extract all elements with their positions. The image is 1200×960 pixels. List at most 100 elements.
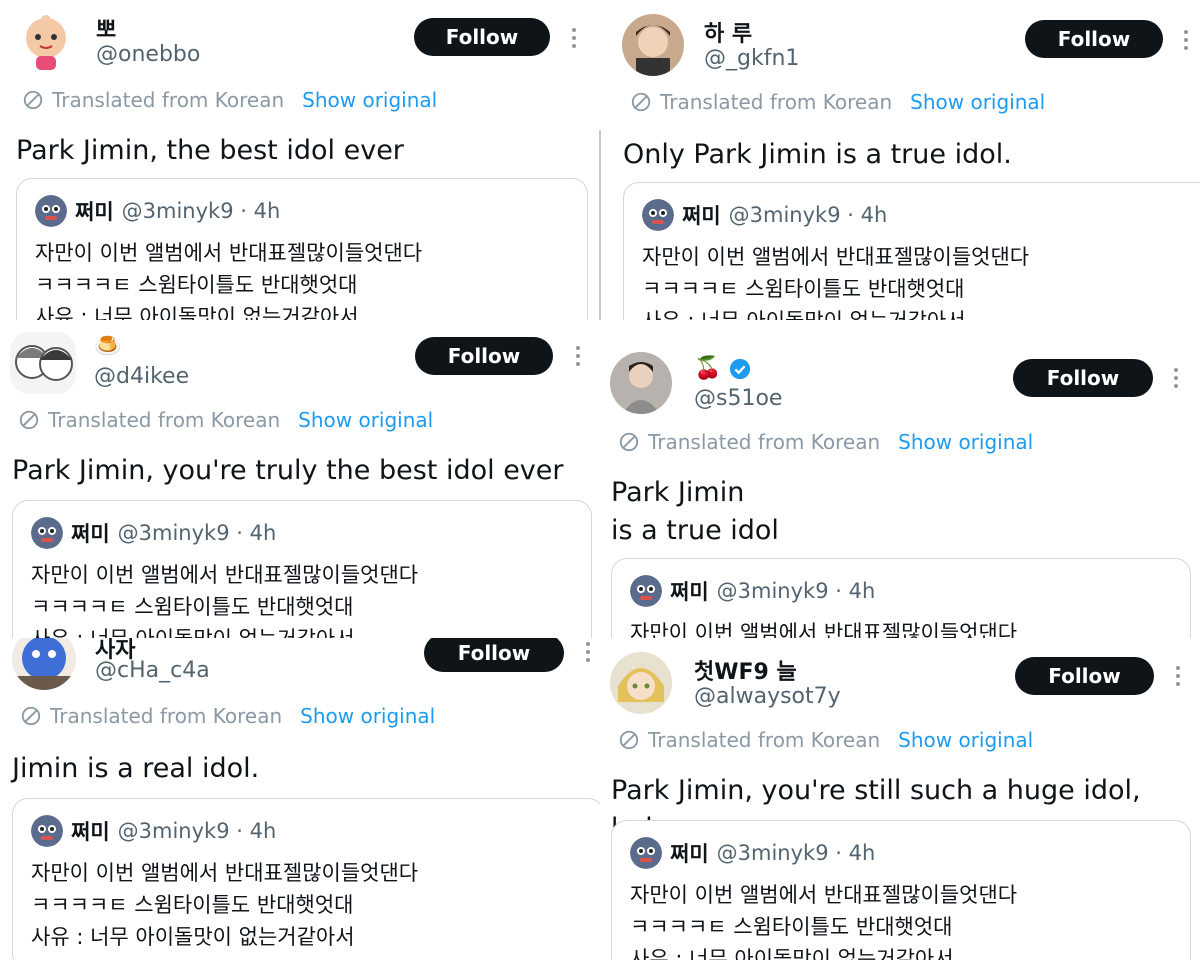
quoted-line: 자만이 이번 앨범에서 반대표젤많이들엇댄다 (31, 563, 419, 587)
quoted-tweet-header: 쩌미 @3minyk9 · 4h (31, 517, 276, 549)
more-options-icon[interactable] (1174, 666, 1182, 690)
follow-button[interactable]: Follow (1025, 20, 1163, 58)
handle[interactable]: @alwaysot7y (694, 684, 841, 709)
show-original-link[interactable]: Show original (910, 90, 1045, 114)
avatar[interactable] (12, 638, 76, 690)
tweet-text: Only Park Jimin is a true idol. (623, 139, 1012, 170)
translated-label: Translated from Korean (648, 430, 881, 454)
show-original-link[interactable]: Show original (298, 408, 433, 432)
quoted-avatar (31, 517, 63, 549)
translation-notice: Translated from Korean Show original (18, 408, 433, 432)
show-original-link[interactable]: Show original (898, 728, 1033, 752)
translate-icon (21, 706, 41, 726)
quoted-line: 사유 : 너무 아이돌맛이 없는거같아서 (31, 925, 355, 949)
quoted-meta: @3minyk9 · 4h (716, 579, 876, 603)
quoted-line: ㅋㅋㅋㅋㅌ 스윔타이틀도 반대햇엇대 (31, 893, 354, 917)
tweet-card-1: 뽀 @onebbo Follow Translated from Korean … (0, 0, 598, 320)
avatar[interactable] (610, 352, 672, 414)
quoted-line: 사유 : 너무 아이돌맛이 없는거같아서 (35, 305, 359, 320)
translate-icon (631, 92, 651, 112)
quoted-line: 사유 : 너무 아이돌맛이 없는거같아서 (642, 305, 966, 320)
quoted-tweet-header: 쩌미 @3minyk9 · 4h (630, 575, 875, 607)
quoted-tweet-header: 쩌미 @3minyk9 · 4h (642, 199, 887, 231)
more-options-icon[interactable] (584, 642, 592, 666)
tweet-card-3: 🍮 @d4ikee Follow Translated from Korean … (0, 320, 600, 638)
quoted-avatar (642, 199, 674, 231)
tweet-card-2: 하 루 @_gkfn1 Follow Translated from Korea… (602, 0, 1200, 320)
quoted-meta: @3minyk9 · 4h (117, 521, 277, 545)
follow-button[interactable]: Follow (1015, 657, 1154, 695)
more-options-icon[interactable] (1172, 368, 1180, 392)
avatar[interactable] (610, 652, 672, 714)
quoted-tweet[interactable]: 쩌미 @3minyk9 · 4h 자만이 이번 앨범에서 반대표젤많이들엇댄다 … (611, 558, 1191, 638)
display-name[interactable]: 🍮 (94, 334, 121, 359)
show-original-link[interactable]: Show original (300, 704, 435, 728)
quoted-tweet[interactable]: 쩌미 @3minyk9 · 4h 자만이 이번 앨범에서 반대표젤많이들엇댄다 … (12, 798, 600, 960)
handle[interactable]: @d4ikee (94, 364, 189, 389)
avatar[interactable] (10, 332, 76, 394)
translate-icon (23, 90, 43, 110)
quoted-line: 자만이 이번 앨범에서 반대표젤많이들엇댄다 (630, 621, 1018, 638)
quoted-name: 쩌미 (75, 200, 114, 224)
display-name[interactable]: 🍒 (694, 356, 751, 381)
quoted-name: 쩌미 (682, 204, 721, 228)
follow-button[interactable]: Follow (1013, 359, 1153, 397)
avatar[interactable] (622, 14, 684, 76)
handle[interactable]: @_gkfn1 (704, 46, 799, 71)
quoted-line: ㅋㅋㅋㅋㅌ 스윔타이틀도 반대햇엇대 (642, 277, 965, 301)
tweet-text: Park Jimin is a true idol (611, 477, 779, 546)
more-options-icon[interactable] (570, 28, 578, 52)
quoted-name: 쩌미 (71, 522, 110, 546)
show-original-link[interactable]: Show original (898, 430, 1033, 454)
quoted-tweet[interactable]: 쩌미 @3minyk9 · 4h 자만이 이번 앨범에서 반대표젤많이들엇댄다 … (16, 178, 588, 320)
translation-notice: Translated from Korean Show original (630, 90, 1045, 114)
follow-button[interactable]: Follow (415, 337, 553, 375)
handle[interactable]: @s51oe (694, 386, 782, 411)
tweet-text: Park Jimin, you're truly the best idol e… (12, 455, 564, 486)
translation-notice: Translated from Korean Show original (20, 704, 435, 728)
translated-label: Translated from Korean (52, 88, 285, 112)
translate-icon (619, 730, 639, 750)
quoted-line: 사유 : 너무 아이돌맛이 없는거같아서 (630, 947, 954, 960)
show-original-link[interactable]: Show original (302, 88, 437, 112)
translate-icon (619, 432, 639, 452)
quoted-line: ㅋㅋㅋㅋㅌ 스윔타이틀도 반대햇엇대 (31, 595, 354, 619)
more-options-icon[interactable] (1182, 30, 1190, 54)
quoted-name: 쩌미 (670, 580, 709, 604)
quoted-tweet-header: 쩌미 @3minyk9 · 4h (630, 837, 875, 869)
quoted-meta: @3minyk9 · 4h (117, 819, 277, 843)
quoted-tweet[interactable]: 쩌미 @3minyk9 · 4h 자만이 이번 앨범에서 반대표젤많이들엇댄다 … (12, 500, 592, 638)
quoted-name: 쩌미 (71, 820, 110, 844)
translation-notice: Translated from Korean Show original (22, 88, 437, 112)
display-name[interactable]: 하 루 (704, 16, 752, 48)
quoted-avatar (35, 195, 67, 227)
quoted-line: 자만이 이번 앨범에서 반대표젤많이들엇댄다 (35, 241, 423, 265)
translation-notice: Translated from Korean Show original (618, 728, 1033, 752)
quoted-tweet[interactable]: 쩌미 @3minyk9 · 4h 자만이 이번 앨범에서 반대표젤많이들엇댄다 … (611, 820, 1191, 960)
translated-label: Translated from Korean (50, 704, 283, 728)
quoted-tweet-header: 쩌미 @3minyk9 · 4h (35, 195, 280, 227)
column-divider (599, 130, 601, 320)
avatar[interactable] (16, 12, 76, 72)
follow-button[interactable]: Follow (414, 18, 550, 56)
quoted-line: 자만이 이번 앨범에서 반대표젤많이들엇댄다 (31, 861, 419, 885)
display-name[interactable]: 첫WF9 늘 (694, 654, 797, 686)
quoted-name: 쩌미 (670, 842, 709, 866)
quoted-meta: @3minyk9 · 4h (728, 203, 888, 227)
translate-icon (19, 410, 39, 430)
quoted-tweet[interactable]: 쩌미 @3minyk9 · 4h 자만이 이번 앨범에서 반대표젤많이들엇댄다 … (623, 182, 1200, 320)
translated-label: Translated from Korean (660, 90, 893, 114)
translated-label: Translated from Korean (648, 728, 881, 752)
more-options-icon[interactable] (574, 346, 582, 370)
quoted-avatar (630, 837, 662, 869)
quoted-line: 자만이 이번 앨범에서 반대표젤많이들엇댄다 (630, 883, 1018, 907)
follow-button[interactable]: Follow (424, 638, 564, 672)
quoted-line: ㅋㅋㅋㅋㅌ 스윔타이틀도 반대햇엇대 (35, 273, 358, 297)
display-name[interactable]: 뽀 (96, 12, 116, 44)
handle[interactable]: @onebbo (96, 42, 200, 67)
handle[interactable]: @cHa_c4a (95, 658, 210, 683)
translated-label: Translated from Korean (48, 408, 281, 432)
quoted-meta: @3minyk9 · 4h (716, 841, 876, 865)
verified-badge-icon (730, 358, 751, 379)
quoted-line: 자만이 이번 앨범에서 반대표젤많이들엇댄다 (642, 245, 1030, 269)
